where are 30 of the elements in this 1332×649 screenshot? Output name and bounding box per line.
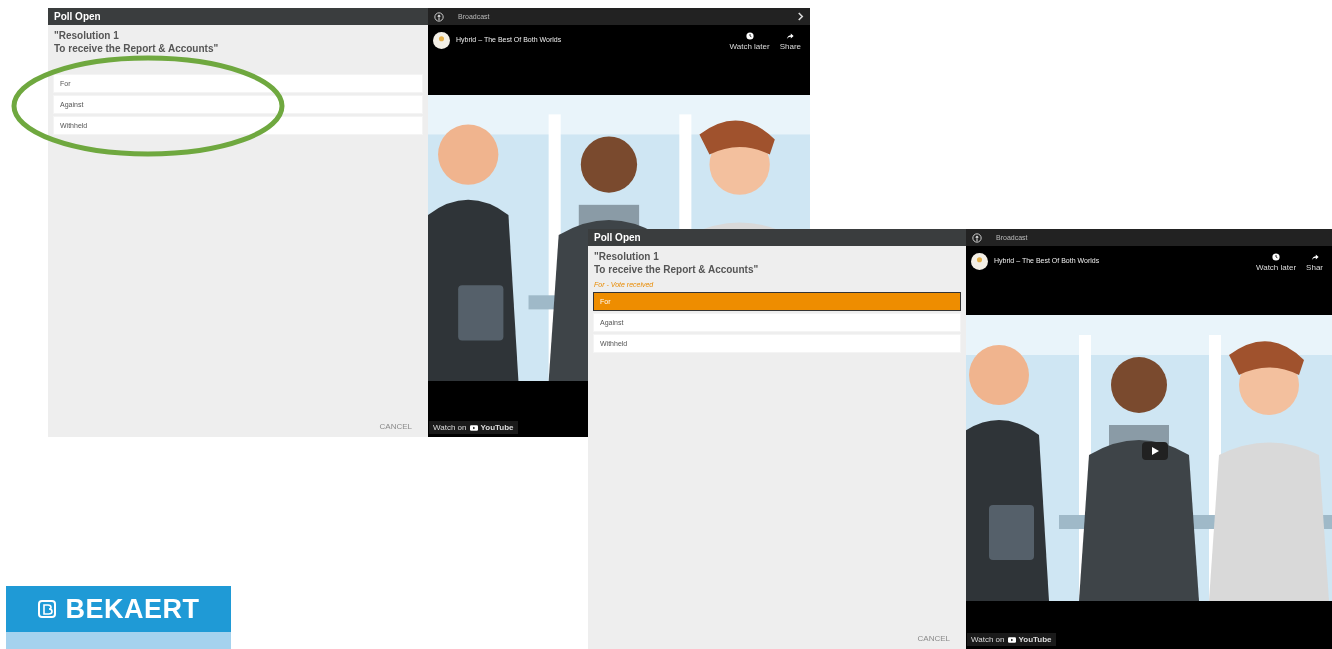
resolution-text: "Resolution 1 [53, 30, 120, 41]
watch-on-youtube-button[interactable]: Watch on YouTube [967, 633, 1056, 646]
share-label[interactable]: Shar [1306, 263, 1323, 272]
play-icon [1007, 636, 1016, 643]
play-button[interactable] [1142, 442, 1168, 460]
watch-later-label[interactable]: Watch later [1255, 263, 1297, 272]
share-icon[interactable] [786, 32, 795, 40]
logo-mark-icon [37, 599, 58, 619]
channel-avatar [971, 253, 988, 270]
logo-wordmark: BEKAERT [65, 593, 200, 625]
play-icon [469, 424, 478, 431]
resolution-text: "Resolution 1 [593, 251, 660, 262]
resolution-text: To receive the Report & Accounts" [593, 264, 760, 275]
clock-icon[interactable] [1272, 253, 1280, 261]
share-icon[interactable] [1310, 253, 1319, 261]
podcast-icon [972, 232, 982, 243]
watch-later-label[interactable]: Watch later [729, 42, 770, 51]
podcast-icon [434, 11, 444, 22]
clock-icon[interactable] [745, 32, 754, 40]
channel-avatar [433, 32, 450, 49]
youtube-wordmark: YouTube [480, 423, 514, 432]
poll-title: Poll Open [48, 8, 428, 25]
watch-on-label: Watch on [433, 423, 467, 432]
poll-title: Poll Open [588, 229, 966, 246]
watch-on-label: Watch on [971, 635, 1005, 644]
chevron-icon[interactable] [797, 12, 804, 21]
watch-on-youtube-button[interactable]: Watch on YouTube [429, 421, 518, 434]
share-label[interactable]: Share [779, 42, 801, 51]
resolution-text: To receive the Report & Accounts" [53, 43, 220, 54]
youtube-wordmark: YouTube [1018, 635, 1052, 644]
